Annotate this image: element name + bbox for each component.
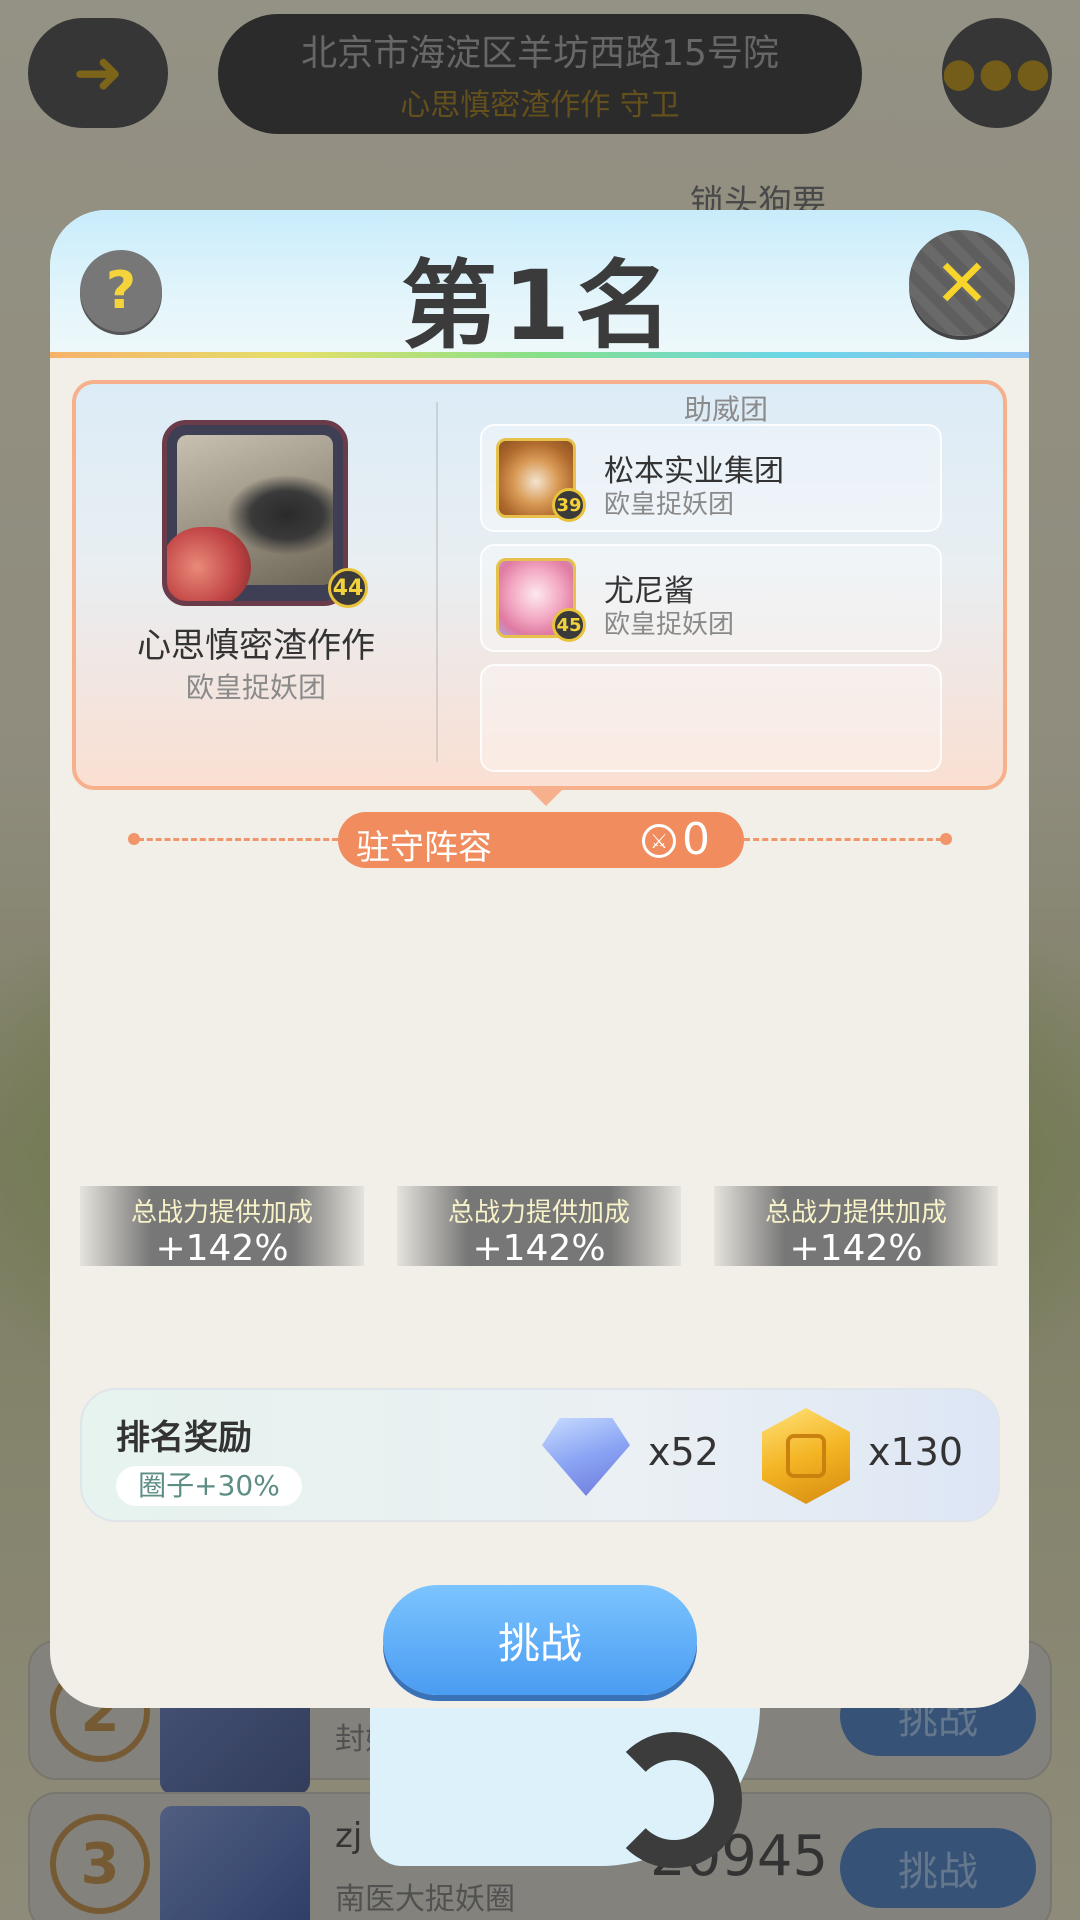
support-team-title: 助威团 (683, 393, 768, 426)
support-level-badge: 45 (552, 608, 586, 642)
lineup-count: 0 (682, 814, 710, 865)
rank-reward-card: 排名奖励 圈子+30% x52 x130 (80, 1388, 1000, 1522)
card-divider (436, 402, 438, 762)
close-button[interactable]: ✕ (909, 230, 1015, 336)
dashed-divider (138, 838, 338, 841)
power-bonus: 总战力提供加成 +142% (397, 1186, 681, 1269)
reward-title: 排名奖励 (116, 1418, 252, 1458)
bonus-value: +142% (472, 1228, 606, 1269)
defender-level-badge: 44 (328, 568, 368, 608)
defender-info-card: 44 心思慎密渣作作 欧皇捉妖团 助威团 39 松本实业集团 欧皇捉妖团 45 … (72, 380, 1007, 790)
swirl-decoration (606, 1732, 742, 1868)
close-icon: ✕ (934, 244, 990, 322)
coin-quantity: x130 (868, 1430, 964, 1474)
lineup-label: 驻守阵容 (356, 828, 492, 868)
rank-detail-dialog: ? 第1名 ✕ 44 心思慎密渣作作 欧皇捉妖团 助威团 39 松本实业集团 欧… (50, 210, 1029, 1708)
diamond-quantity: x52 (648, 1430, 719, 1474)
power-bonus: 总战力提供加成 +142% (714, 1186, 998, 1269)
card-pointer (528, 788, 564, 806)
sword-icon: ⚔ (642, 824, 676, 858)
defender-avatar[interactable] (162, 420, 348, 606)
coin-emblem (786, 1434, 826, 1478)
diamond-icon (542, 1418, 630, 1496)
bonus-label: 总战力提供加成 (130, 1198, 313, 1228)
support-level-badge: 39 (552, 488, 586, 522)
support-member[interactable]: 45 尤尼酱 欧皇捉妖团 (480, 544, 942, 652)
reward-bonus-tag: 圈子+30% (116, 1466, 302, 1506)
bonus-label: 总战力提供加成 (764, 1198, 947, 1228)
dash-endpoint (940, 833, 952, 845)
bonus-label: 总战力提供加成 (447, 1198, 630, 1228)
power-bonus: 总战力提供加成 +142% (80, 1186, 364, 1269)
defender-name: 心思慎密渣作作 (137, 626, 375, 666)
defender-guild: 欧皇捉妖团 (185, 671, 326, 704)
support-member-guild: 欧皇捉妖团 (604, 610, 735, 640)
lineup-label-pill: 驻守阵容 ⚔ 0 (338, 812, 744, 868)
bonus-value: +142% (155, 1228, 289, 1269)
bonus-value: +142% (789, 1228, 923, 1269)
support-member[interactable]: 39 松本实业集团 欧皇捉妖团 (480, 424, 942, 532)
avatar-frame-decoration (167, 527, 251, 601)
rank-title: 第1名 (401, 250, 678, 362)
support-empty-slot[interactable] (480, 664, 942, 772)
support-member-guild: 欧皇捉妖团 (604, 490, 735, 520)
challenge-button[interactable]: 挑战 (383, 1585, 697, 1695)
lineup-section-header: 驻守阵容 ⚔ 0 (50, 808, 1029, 870)
dashed-divider (744, 838, 942, 841)
